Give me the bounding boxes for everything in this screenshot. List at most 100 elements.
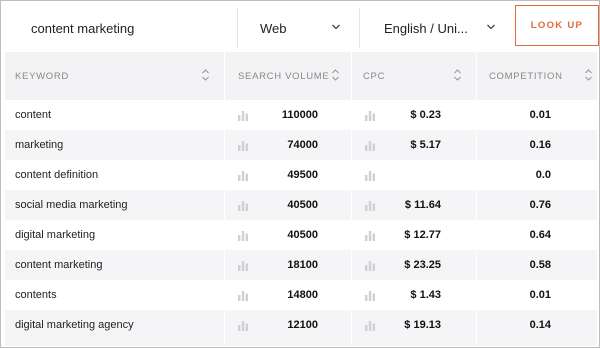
bar-chart-icon[interactable] <box>364 169 376 181</box>
table-row[interactable]: marketing 74000 $ 5.17 0.16 <box>5 130 597 160</box>
volume-trend[interactable] <box>237 190 251 220</box>
table-row[interactable]: digital marketing agency 12100 $ 19.13 0.14 <box>5 310 597 340</box>
bar-chart-icon[interactable] <box>364 109 376 121</box>
table-row[interactable]: digital marketing 40500 $ 12.77 0.64 <box>5 220 597 250</box>
keyword-cell[interactable]: digital marketing agency <box>15 310 134 340</box>
bar-chart-icon[interactable] <box>237 289 249 301</box>
cpc-cell: $ 5.17 <box>410 139 441 151</box>
cpc-cell: $ 23.25 <box>404 259 441 271</box>
language-select[interactable]: English / Uni... <box>359 4 509 52</box>
table-row[interactable]: content marketing 18100 $ 23.25 0.58 <box>5 250 597 280</box>
column-header-search-volume[interactable]: SEARCH VOLUME <box>238 52 329 100</box>
bar-chart-icon[interactable] <box>237 259 249 271</box>
cpc-cell: $ 11.64 <box>404 199 441 211</box>
keyword-search[interactable] <box>5 4 237 52</box>
volume-trend[interactable] <box>237 100 251 130</box>
cpc-cell: $ 1.43 <box>410 289 441 301</box>
chevron-down-icon <box>487 24 495 30</box>
column-header-label: SEARCH VOLUME <box>238 70 330 82</box>
search-volume-cell: 14800 <box>287 289 318 301</box>
cpc-cell <box>385 160 441 190</box>
column-header-label: KEYWORD <box>15 70 69 82</box>
app-frame: Web English / Uni... LOOK UP KEYWORD SEA <box>0 0 600 348</box>
sort-arrows-icon[interactable] <box>201 68 210 82</box>
cpc-trend[interactable] <box>364 100 378 130</box>
cpc-trend[interactable] <box>364 250 378 280</box>
search-input[interactable] <box>31 20 221 36</box>
volume-trend[interactable] <box>237 130 251 160</box>
bar-chart-icon[interactable] <box>364 289 376 301</box>
search-volume-cell: 40500 <box>287 199 318 211</box>
search-bar: Web English / Uni... LOOK UP <box>5 4 599 52</box>
bar-chart-icon[interactable] <box>237 229 249 241</box>
volume-trend[interactable] <box>237 160 251 190</box>
language-select-value: English / Uni... <box>384 20 468 36</box>
table-row[interactable]: content definition 49500 0.0 <box>5 160 597 190</box>
bar-chart-icon[interactable] <box>364 229 376 241</box>
keyword-cell[interactable]: contents <box>15 280 57 310</box>
competition-cell: 0.64 <box>529 229 551 241</box>
search-volume-cell: 74000 <box>287 139 318 151</box>
bar-chart-icon[interactable] <box>364 199 376 211</box>
source-select-value: Web <box>260 20 287 36</box>
keyword-cell[interactable]: content definition <box>15 160 98 190</box>
competition-cell: 0.0 <box>535 169 551 181</box>
search-volume-cell: 40500 <box>287 229 318 241</box>
keyword-cell[interactable]: digital marketing <box>15 220 95 250</box>
keyword-cell[interactable]: social media marketing <box>15 190 128 220</box>
bar-chart-icon[interactable] <box>237 319 249 331</box>
column-header-label: COMPETITION <box>489 70 563 82</box>
keyword-table: KEYWORD SEARCH VOLUME CPC COMPETITION co… <box>5 52 597 346</box>
volume-trend[interactable] <box>237 280 251 310</box>
competition-cell: 0.58 <box>529 259 551 271</box>
competition-cell: 0.01 <box>529 289 551 301</box>
lookup-button[interactable]: LOOK UP <box>515 5 599 46</box>
bar-chart-icon[interactable] <box>237 169 249 181</box>
bar-chart-icon[interactable] <box>237 199 249 211</box>
keyword-cell[interactable]: content <box>15 100 51 130</box>
cpc-trend[interactable] <box>364 310 378 340</box>
competition-cell: 0.76 <box>529 199 551 211</box>
table-header: KEYWORD SEARCH VOLUME CPC COMPETITION <box>5 52 597 100</box>
bar-chart-icon[interactable] <box>364 139 376 151</box>
cpc-trend[interactable] <box>364 220 378 250</box>
search-volume-cell: 18100 <box>287 259 318 271</box>
column-divider <box>224 52 225 346</box>
sort-arrows-icon[interactable] <box>331 68 340 82</box>
column-divider <box>476 52 477 346</box>
keyword-cell[interactable]: content marketing <box>15 250 102 280</box>
bar-chart-icon[interactable] <box>237 139 249 151</box>
volume-trend[interactable] <box>237 220 251 250</box>
table-row[interactable]: content 110000 $ 0.23 0.01 <box>5 100 597 130</box>
search-volume-cell: 110000 <box>281 109 318 121</box>
column-header-label: CPC <box>363 70 386 82</box>
cpc-trend[interactable] <box>364 160 378 190</box>
search-volume-cell: 49500 <box>287 169 318 181</box>
chevron-down-icon <box>332 24 340 30</box>
column-divider <box>351 52 352 346</box>
cpc-trend[interactable] <box>364 280 378 310</box>
competition-cell: 0.01 <box>529 109 551 121</box>
source-select[interactable]: Web <box>237 4 359 52</box>
table-row[interactable]: contents 14800 $ 1.43 0.01 <box>5 280 597 310</box>
volume-trend[interactable] <box>237 310 251 340</box>
column-header-keyword[interactable]: KEYWORD <box>15 52 69 100</box>
cpc-trend[interactable] <box>364 190 378 220</box>
keyword-cell[interactable]: marketing <box>15 130 63 160</box>
competition-cell: 0.16 <box>529 139 551 151</box>
table-row[interactable]: social media marketing 40500 $ 11.64 0.76 <box>5 190 597 220</box>
sort-arrows-icon[interactable] <box>453 68 462 82</box>
volume-trend[interactable] <box>237 250 251 280</box>
column-header-cpc[interactable]: CPC <box>363 52 385 100</box>
bar-chart-icon[interactable] <box>364 259 376 271</box>
bar-chart-icon[interactable] <box>237 109 249 121</box>
cpc-trend[interactable] <box>364 130 378 160</box>
competition-cell: 0.14 <box>529 319 551 331</box>
cpc-cell: $ 0.23 <box>410 109 441 121</box>
column-header-competition[interactable]: COMPETITION <box>489 52 563 100</box>
bar-chart-icon[interactable] <box>364 319 376 331</box>
search-volume-cell: 12100 <box>287 319 318 331</box>
cpc-cell: $ 12.77 <box>404 229 441 241</box>
sort-arrows-icon[interactable] <box>584 68 593 82</box>
cpc-cell: $ 19.13 <box>404 319 441 331</box>
